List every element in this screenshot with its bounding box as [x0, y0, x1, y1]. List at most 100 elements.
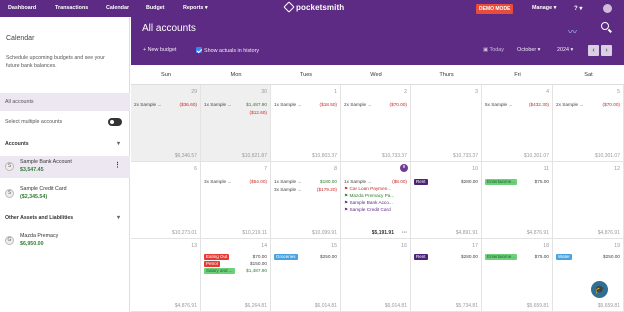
transaction-row[interactable]: Salary and ... $1,487.90: [204, 268, 267, 275]
day-cell[interactable]: 7 3x Sample ... ($54.00) $10,219.11: [201, 162, 271, 239]
day-balance: $4,876.91: [597, 230, 620, 236]
user-avatar[interactable]: [603, 4, 612, 13]
day-cell[interactable]: 12 $4,876.91: [553, 162, 624, 239]
checkbox-checked-icon: [196, 47, 202, 53]
transaction-row[interactable]: 1x Sample ... ($18.50): [274, 102, 337, 109]
day-cell[interactable]: 19 Water $250.00 $5,659.81: [553, 239, 624, 312]
prev-month-button[interactable]: ‹: [588, 45, 599, 56]
category-tag: Water: [556, 254, 572, 260]
day-cell[interactable]: 10 Rent $280.00 $4,891.91: [411, 162, 482, 239]
day-cell[interactable]: 13 $4,876.91: [131, 239, 201, 312]
transaction-row[interactable]: 1x Sample ... ($8.00): [344, 179, 407, 186]
more-options-icon[interactable]: ⋮: [114, 161, 121, 169]
day-cell[interactable]: 18 Entertainme... $75.00 $5,659.81: [482, 239, 553, 312]
transaction-row[interactable]: Eating Out $70.00: [204, 254, 267, 261]
month-select[interactable]: October ▾: [517, 47, 540, 53]
calendar-header: All accounts 〰 + New budget Show actuals…: [131, 17, 624, 65]
account-item[interactable]: G Mazda Premacy $6,950.00: [0, 230, 130, 252]
transaction-row[interactable]: 2x Sample ... ($70.00): [344, 102, 407, 109]
day-balance: $6,014.81: [384, 303, 407, 309]
day-cell[interactable]: 30 1x Sample ... $1,487.90 ($12.60) $10,8…: [201, 85, 271, 162]
search-icon-handle: [608, 28, 612, 33]
day-cell[interactable]: 2 2x Sample ... ($70.00) $10,733.37: [341, 85, 411, 162]
account-item[interactable]: S Sample Credit Card ($2,345.54): [0, 183, 130, 205]
page-title: All accounts: [142, 23, 196, 34]
day-cell[interactable]: 8 1x Sample ... $180.00 3x Sample ... ($17…: [271, 162, 341, 239]
transaction-row[interactable]: Entertainme... $75.00: [485, 254, 549, 261]
day-cell[interactable]: 14 Eating Out $70.00 Petrol $150.00 Salary…: [201, 239, 271, 312]
demo-mode-badge[interactable]: DEMO MODE: [476, 4, 514, 14]
show-actuals-checkbox[interactable]: Show actuals in history: [196, 47, 259, 54]
today-button[interactable]: ▣ Today: [483, 47, 504, 53]
day-cell[interactable]: 4 5x Sample ... ($432.30) $10,301.07: [482, 85, 553, 162]
transaction-row[interactable]: Rent $280.00: [414, 179, 478, 186]
manage-menu[interactable]: Manage ▾: [532, 5, 556, 11]
budget-row[interactable]: ⚑ Sample Bank Acco...: [344, 200, 407, 207]
select-multiple-row: Select multiple accounts: [0, 113, 130, 131]
category-tag: Entertainme...: [485, 179, 518, 185]
account-item[interactable]: S Sample Bank Account $3,547.45 ⋮: [0, 156, 130, 178]
day-balance: $5,659.81: [597, 303, 620, 309]
account-avatar: S: [5, 189, 14, 198]
transaction-row[interactable]: Entertainme... $75.00: [485, 179, 549, 186]
transaction-row[interactable]: 1x Sample ... $1,487.90: [204, 102, 267, 109]
transaction-row[interactable]: Petrol $150.00: [204, 261, 267, 268]
transaction-row[interactable]: 3x Sample ... ($54.00): [204, 179, 267, 186]
day-balance: $10,219.11: [242, 230, 267, 236]
accounts-heading[interactable]: Accounts ▾: [5, 141, 120, 147]
nav-budget[interactable]: Budget: [146, 5, 165, 11]
day-cell[interactable]: 9 1x Sample ... ($8.00) ⚑ Car Loan Paymen…: [341, 162, 411, 239]
day-balance: $6,346.57: [174, 153, 197, 159]
day-cell[interactable]: 1 1x Sample ... ($18.50) $10,803.37: [271, 85, 341, 162]
transaction-row[interactable]: Rent $280.00: [414, 254, 478, 261]
logo[interactable]: pocketsmith: [283, 1, 344, 13]
day-cell[interactable]: 16 $6,014.81: [341, 239, 411, 312]
category-tag: Petrol: [204, 261, 220, 267]
day-balance: $5,659.81: [526, 303, 549, 309]
day-cell[interactable]: 17 Rent $280.00 $5,734.81: [411, 239, 482, 312]
help-menu[interactable]: ? ▾: [574, 5, 582, 12]
day-cell[interactable]: 11 Entertainme... $75.00 $4,876.91: [482, 162, 553, 239]
nav-calendar[interactable]: Calendar: [106, 5, 129, 11]
budget-row[interactable]: ⚑ Mazda Premacy Pa...: [344, 193, 407, 200]
transaction-row[interactable]: ($12.60): [204, 110, 267, 117]
day-balance: $10,821.87: [241, 153, 267, 159]
learn-help-button[interactable]: 🎓: [591, 281, 608, 298]
nav-transactions[interactable]: Transactions: [55, 5, 88, 11]
budget-row[interactable]: ⚑ Sample Credit Card: [344, 207, 407, 214]
category-tag: Salary and ...: [204, 268, 235, 274]
transaction-row[interactable]: Water $250.00: [556, 254, 620, 261]
year-select[interactable]: 2024 ▾: [557, 47, 573, 53]
day-balance: $10,733.37: [381, 153, 407, 159]
day-cell[interactable]: 3 $10,733.37: [411, 85, 482, 162]
account-avatar: S: [5, 162, 14, 171]
all-accounts-item[interactable]: All accounts: [0, 93, 130, 111]
more-icon[interactable]: ···: [402, 230, 407, 236]
day-header: Mon: [201, 65, 271, 85]
day-cell[interactable]: 29 2x Sample ... ($36.60) $6,346.57: [131, 85, 201, 162]
select-multiple-toggle[interactable]: [108, 118, 122, 126]
transaction-row[interactable]: 2x Sample ... ($70.00): [556, 102, 620, 109]
budget-row[interactable]: ⚑ Car Loan Paymen...: [344, 186, 407, 193]
other-assets-heading[interactable]: Other Assets and Liabilities ▾: [5, 215, 120, 221]
nav-dashboard[interactable]: Dashboard: [8, 5, 36, 11]
chart-line-icon[interactable]: 〰: [568, 25, 577, 38]
nav-reports[interactable]: Reports ▾: [183, 5, 208, 11]
chevron-down-icon: ▾: [117, 141, 121, 147]
day-header: Sat: [553, 65, 624, 85]
new-budget-button[interactable]: + New budget: [143, 47, 176, 53]
transaction-row[interactable]: 3x Sample ... ($179.20): [274, 187, 337, 194]
day-balance: $10,099.91: [311, 230, 337, 236]
day-balance: $5,734.81: [455, 303, 478, 309]
transaction-row[interactable]: Groceries $250.00: [274, 254, 337, 261]
day-cell[interactable]: 5 2x Sample ... ($70.00) $10,301.07: [553, 85, 624, 162]
transaction-row[interactable]: 2x Sample ... ($36.60): [134, 102, 197, 109]
next-month-button[interactable]: ›: [601, 45, 612, 56]
transaction-row[interactable]: 5x Sample ... ($432.30): [485, 102, 549, 109]
account-name: Sample Bank Account: [20, 159, 72, 165]
day-cell[interactable]: 15 Groceries $250.00 $6,014.81: [271, 239, 341, 312]
day-balance: $5,191.91: [371, 230, 394, 236]
transaction-row[interactable]: 1x Sample ... $180.00: [274, 179, 337, 186]
category-tag: Rent: [414, 254, 428, 260]
day-cell[interactable]: 6 $10,273.01: [131, 162, 201, 239]
